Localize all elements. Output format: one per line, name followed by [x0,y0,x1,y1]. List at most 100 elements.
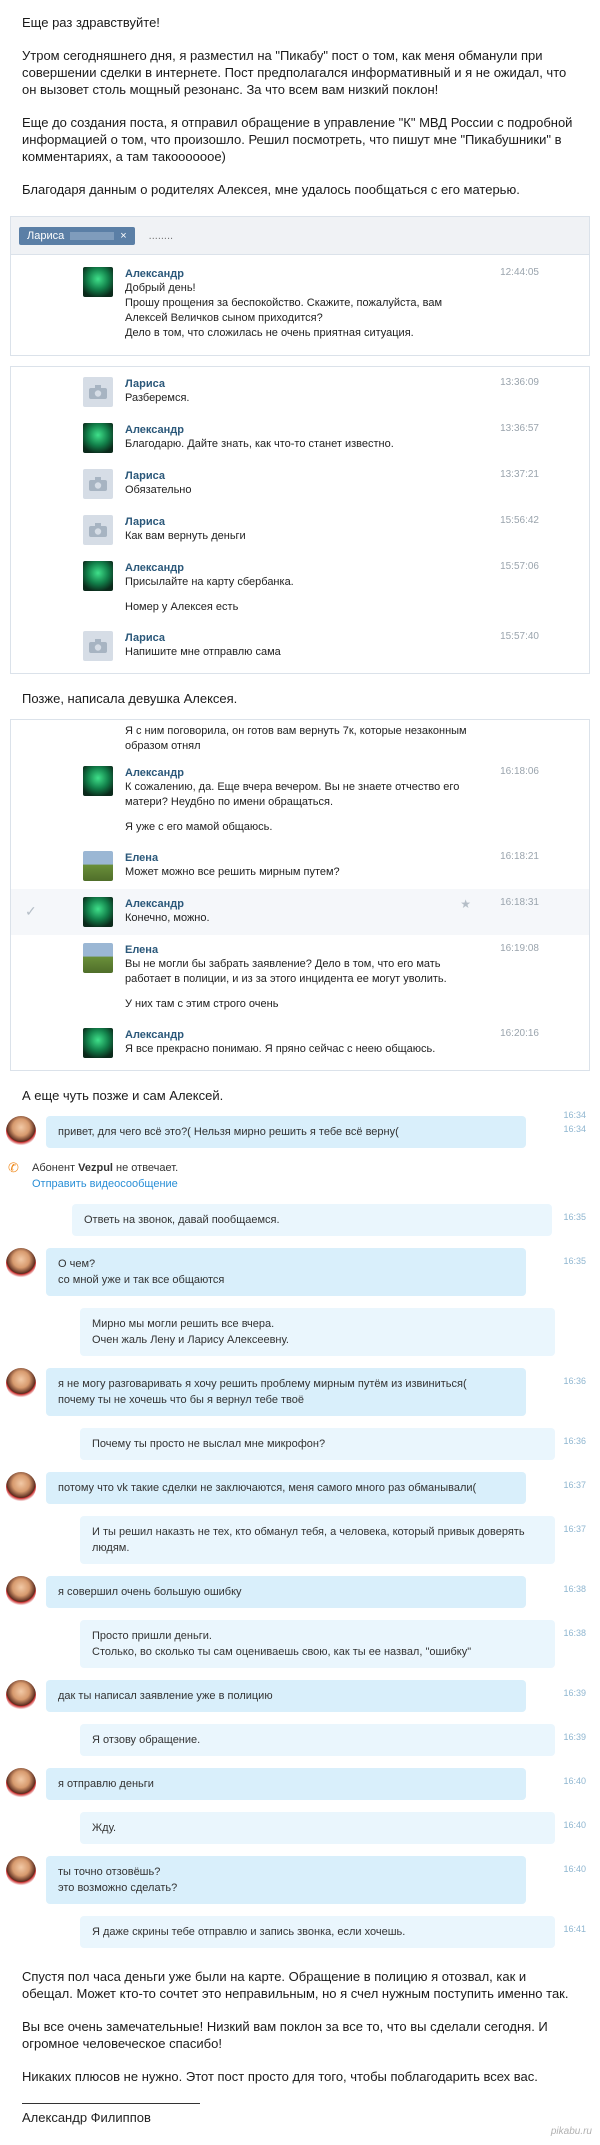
outro-paragraph: Вы все очень замечательные! Низкий вам п… [0,2018,600,2052]
avatar[interactable] [83,377,113,407]
camera-icon [89,477,107,491]
avatar[interactable] [6,1680,36,1710]
chat-message-in: я отправлю деньги 16:40 [0,1762,600,1806]
message-time: 15:56:42 [500,515,539,526]
message-line: И ты решил наказть не тех, кто обманул т… [92,1524,543,1540]
avatar[interactable] [6,1248,36,1278]
message-time: 16:36 [563,1436,586,1446]
message-time: 16:40 [563,1864,586,1874]
message-line: Номер у Алексея есть [125,600,509,615]
message-time: 16:37 [563,1480,586,1490]
phone-icon: ✆ [8,1160,32,1192]
avatar[interactable] [6,1472,36,1502]
message-line: со мной уже и так все общаются [58,1272,514,1288]
chat-message-in: я не могу разговаривать я хочу решить пр… [0,1362,600,1422]
message-line: Ответь на звонок, давай пообщаемся. [84,1212,540,1228]
message-time: 16:39 [563,1732,586,1742]
message-line: Почему ты просто не выслал мне микрофон? [92,1436,543,1452]
close-icon[interactable]: × [120,230,126,242]
message-line: Я даже скрины тебе отправлю и запись зво… [92,1924,543,1940]
sender-name[interactable]: Александр [125,561,509,575]
sender-name[interactable]: Александр [125,897,509,911]
message-line: Я отзову обращение. [92,1732,543,1748]
sender-name[interactable]: Елена [125,851,509,865]
contact-name[interactable]: Vezpul [78,1162,113,1174]
message-line: людям. [92,1540,543,1556]
sender-name[interactable]: Александр [125,423,509,437]
avatar[interactable] [6,1368,36,1398]
tab-other[interactable]: ........ [149,230,173,242]
vk-dialog-3: Я с ним поговорила, он готов вам вернуть… [10,719,590,1071]
message-line: Просто пришли деньги. [92,1628,543,1644]
message-time: 16:34 [563,1124,586,1134]
sender-name[interactable]: Лариса [125,377,509,391]
vk-dialog-1: Лариса × ........ Александр Добрый день!… [10,216,590,356]
message-time: 15:57:06 [500,561,539,572]
tab-label: Лариса [27,230,64,242]
avatar[interactable] [83,897,113,927]
tab-larisa[interactable]: Лариса × [19,227,135,245]
outro-section: Спустя пол часа деньги уже были на карте… [0,1968,600,2085]
message-item: Лариса Разберемся. 13:36:09 [11,369,589,415]
message-line: почему ты не хочешь что бы я вернул тебе… [58,1392,514,1408]
message-line: Присылайте на карту сбербанка. [125,575,509,590]
avatar[interactable] [83,267,113,297]
message-line: Я с ним поговорила, он готов вам вернуть… [125,724,509,739]
message-time: 13:36:57 [500,423,539,434]
watermark: pikabu.ru [551,2126,592,2137]
message-line: ты точно отзовёшь? [58,1864,514,1880]
checkmark-icon[interactable]: ✓ [25,903,37,920]
avatar[interactable] [6,1768,36,1798]
message-time: 13:37:21 [500,469,539,480]
chat-message-out: Жду. 16:40 [0,1806,600,1850]
message-time: 16:41 [563,1924,586,1934]
message-time: 16:40 [563,1776,586,1786]
message-line: Очен жаль Лену и Ларису Алексеевну. [92,1332,543,1348]
message-line: Благодарю. Дайте знать, как что-то стане… [125,437,509,452]
message-line: матери? Неудбно по имени обращаться. [125,795,509,810]
message-time: 16:38 [563,1628,586,1638]
message-item: Лариса Обязательно 13:37:21 [11,461,589,507]
avatar[interactable] [83,943,113,973]
sender-name[interactable]: Лариса [125,515,509,529]
message-time: 16:37 [563,1524,586,1534]
message-time: 16:40 [563,1820,586,1830]
vk-dialog-tabs: Лариса × ........ [11,217,589,255]
sender-name[interactable]: Александр [125,1028,509,1042]
message-item: Александр Присылайте на карту сбербанка.… [11,553,589,623]
message-line: Как вам вернуть деньги [125,529,509,544]
message-time: 16:19:08 [500,943,539,954]
message-item: Александр К сожалению, да. Еще вчера веч… [11,758,589,843]
outro-paragraph: Спустя пол часа деньги уже были на карте… [0,1968,600,2002]
vk-dialog-2: Лариса Разберемся. 13:36:09 Александр Бл… [10,366,590,674]
sender-name[interactable]: Лариса [125,631,509,645]
avatar[interactable] [6,1116,36,1146]
avatar[interactable] [6,1576,36,1606]
avatar[interactable] [83,851,113,881]
avatar[interactable] [83,515,113,545]
chat-message-out: Ответь на звонок, давай пообщаемся. 16:3… [0,1198,600,1242]
avatar[interactable] [83,423,113,453]
chat-message-in: О чем? со мной уже и так все общаются 16… [0,1242,600,1302]
avatar[interactable] [83,561,113,591]
avatar[interactable] [83,469,113,499]
avatar[interactable] [83,1028,113,1058]
send-video-message-link[interactable]: Отправить видеосообщение [32,1176,178,1192]
message-line: У них там с этим строго очень [125,997,509,1012]
message-item: ✓ Александр Конечно, можно. ★ 16:18:31 [11,889,589,935]
message-time: 12:44:05 [500,267,539,278]
avatar[interactable] [83,631,113,661]
message-line: Дело в том, что сложилась не очень прият… [125,326,509,341]
sender-name[interactable]: Александр [125,267,509,281]
message-item: Елена Может можно все решить мирным путе… [11,843,589,889]
avatar[interactable] [6,1856,36,1886]
message-line: К сожалению, да. Еще вчера вечером. Вы н… [125,780,509,795]
sender-name[interactable]: Лариса [125,469,509,483]
sender-name[interactable]: Александр [125,766,509,780]
message-time: 16:20:16 [500,1028,539,1039]
intro-section: Еще раз здравствуйте! Утром сегодняшнего… [0,14,600,198]
star-icon[interactable]: ★ [460,897,471,911]
sender-name[interactable]: Елена [125,943,509,957]
message-line: Конечно, можно. [125,911,509,926]
avatar[interactable] [83,766,113,796]
